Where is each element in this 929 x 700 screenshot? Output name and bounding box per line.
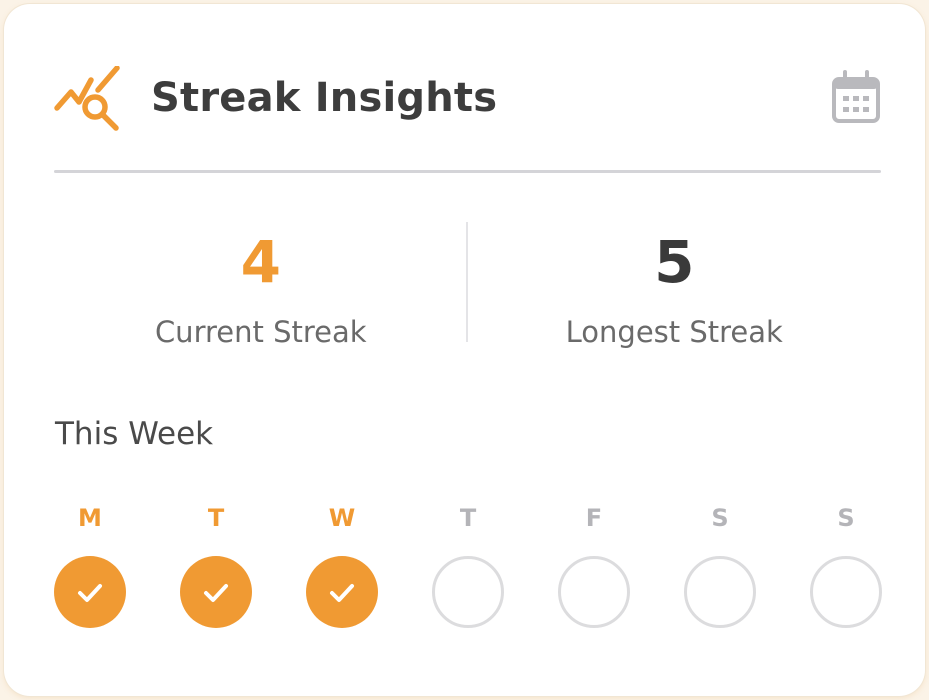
current-streak-label: Current Streak: [154, 315, 367, 349]
day-letter: S: [711, 504, 729, 532]
longest-streak-value: 5: [654, 228, 695, 296]
day-letter: T: [207, 504, 225, 532]
longest-streak: 5 Longest Streak: [468, 222, 882, 350]
day-item: S: [810, 500, 882, 628]
day-letter: S: [837, 504, 855, 532]
day-pending-toggle[interactable]: [684, 556, 756, 628]
streak-insights-icon: [54, 65, 126, 132]
week-days: MTWTFSS: [54, 500, 886, 630]
calendar-icon: [831, 70, 881, 128]
day-letter: F: [585, 504, 603, 532]
calendar-button[interactable]: [831, 70, 881, 124]
day-item: T: [432, 500, 504, 628]
check-icon: [78, 584, 102, 602]
day-completed-toggle[interactable]: [306, 556, 378, 628]
day-item: S: [684, 500, 756, 628]
check-icon: [204, 584, 228, 602]
header-divider: [54, 170, 881, 173]
day-letter: T: [459, 504, 477, 532]
day-item: F: [558, 500, 630, 628]
day-item: W: [306, 500, 378, 628]
current-streak: 4 Current Streak: [54, 222, 468, 350]
day-letter: W: [328, 504, 356, 532]
streak-stats: 4 Current Streak 5 Longest Streak: [54, 222, 881, 352]
day-completed-toggle[interactable]: [54, 556, 126, 628]
day-pending-toggle[interactable]: [558, 556, 630, 628]
day-pending-toggle[interactable]: [810, 556, 882, 628]
day-letter: M: [78, 504, 102, 532]
longest-streak-label: Longest Streak: [565, 315, 783, 349]
day-item: M: [54, 500, 126, 628]
card-title: Streak Insights: [151, 75, 498, 121]
day-completed-toggle[interactable]: [180, 556, 252, 628]
day-item: T: [180, 500, 252, 628]
current-streak-value: 4: [240, 228, 281, 296]
week-title: This Week: [55, 416, 214, 452]
day-pending-toggle[interactable]: [432, 556, 504, 628]
check-icon: [330, 584, 354, 602]
card-header: Streak Insights: [54, 60, 881, 140]
streak-insights-card: Streak Insights 4 Current Streak 5 Longe…: [4, 4, 925, 696]
